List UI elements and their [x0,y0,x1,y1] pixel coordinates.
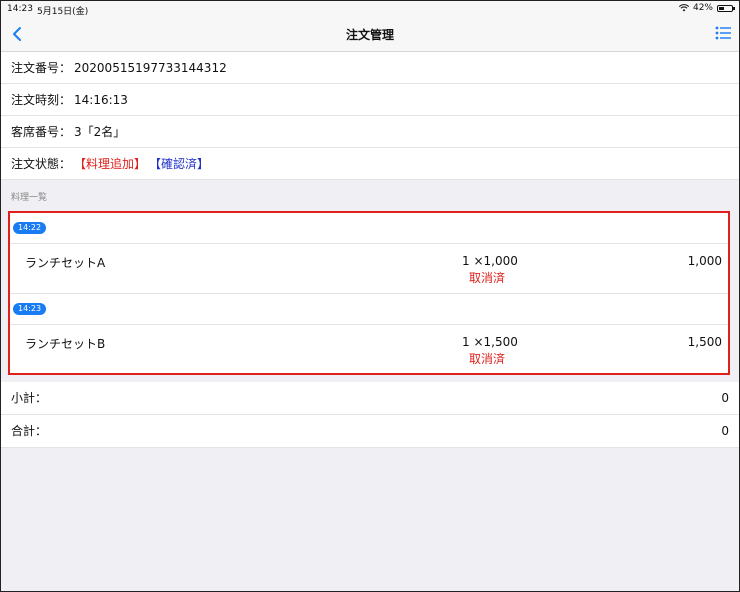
item-name: ランチセットB [25,337,106,351]
subtotal-row: 小計： 0 [1,382,739,415]
battery-percent: 42% [692,3,713,13]
item-quantity: 1 ×1,000 [462,254,518,268]
seat-number-row: 客席番号： 3「2名」 [1,116,739,148]
order-number: 20200515197733144312 [74,61,227,75]
item-list: 14:22 ランチセットA 1 ×1,000 取消済 1,000 14:23 ラ… [8,211,730,375]
item-quantity: 1 ×1,500 [462,335,518,349]
total-row: 合計： 0 [1,415,739,448]
subtotal-label: 小計： [11,391,48,405]
item-status: 取消済 [469,271,506,285]
totals: 小計： 0 合計： 0 [1,382,739,448]
order-time: 14:16:13 [74,93,128,107]
status-badge-confirmed: 【確認済】 [149,157,210,171]
status-date: 5月15日(金) [37,7,89,17]
order-status-label: 注文状態： [11,157,72,171]
item-price: 1,000 [687,254,722,268]
nav-bar: 注文管理 [1,17,739,52]
group-header: 14:22 [10,213,728,244]
order-info: 注文番号： 20200515197733144312 注文時刻： 14:16:13 … [1,52,739,180]
status-bar: 14:23 5月15日(金) 42% [1,1,739,17]
item-status: 取消済 [469,352,506,366]
item-price: 1,500 [687,335,722,349]
total-amount: 0 [721,424,729,438]
list-icon[interactable] [715,25,731,41]
order-time-row: 注文時刻： 14:16:13 [1,84,739,116]
time-badge: 14:23 [13,303,47,315]
seat-number-label: 客席番号： [11,125,72,139]
app-window: 14:23 5月15日(金) 42% 注文管理 注文番号： 2020051519… [0,0,740,592]
item-name: ランチセットA [25,256,106,270]
wifi-icon [678,4,689,12]
battery-icon [717,4,735,12]
order-number-row: 注文番号： 20200515197733144312 [1,52,739,84]
status-badge-added: 【料理追加】 [74,157,147,171]
order-time-label: 注文時刻： [11,93,72,107]
page-title: 注文管理 [345,28,394,42]
subtotal-amount: 0 [721,391,729,405]
status-time: 14:23 [7,4,33,14]
group-header: 14:23 [10,294,728,325]
total-label: 合計： [11,424,48,438]
list-item[interactable]: ランチセットB 1 ×1,500 取消済 1,500 [10,325,728,373]
time-badge: 14:22 [13,222,47,234]
section-label: 料理一覧 [11,193,48,203]
seat-number: 3「2名」 [74,125,126,139]
order-number-label: 注文番号： [11,61,72,75]
order-status-row: 注文状態： 【料理追加】 【確認済】 [1,148,739,180]
battery-fill [719,6,724,10]
list-item[interactable]: ランチセットA 1 ×1,000 取消済 1,000 [10,244,728,294]
status-right: 42% [678,3,735,13]
